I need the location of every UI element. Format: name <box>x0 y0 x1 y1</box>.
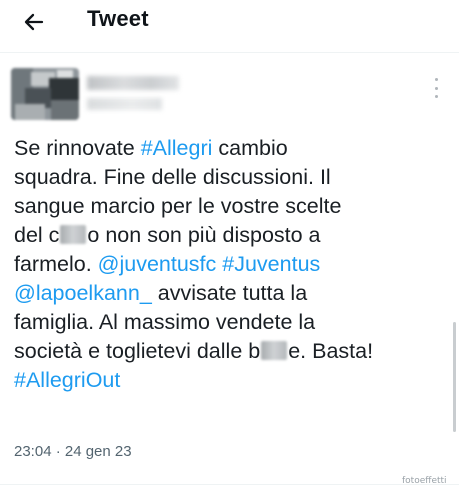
page-title: Tweet <box>87 6 149 31</box>
censored-word <box>60 224 87 244</box>
author-name-redacted[interactable] <box>87 76 179 90</box>
hashtag-link[interactable]: #AllegriOut <box>14 368 120 392</box>
avatar[interactable] <box>11 68 79 120</box>
tweet-text-segment: Se rinnovate <box>14 136 141 160</box>
hashtag-link[interactable]: #Juventus <box>222 252 320 276</box>
more-vertical-icon-dot <box>434 95 438 98</box>
censored-word <box>261 340 288 360</box>
mention-link[interactable]: @lapoelkann_ <box>14 281 152 305</box>
tweet-line: del c o non son più disposto a <box>14 221 456 250</box>
tweet-text-segment: sangue marcio per le vostre scelte <box>14 194 342 218</box>
bottom-divider <box>0 484 459 485</box>
tweet-text-segment: avvisate tutta la <box>151 281 308 305</box>
more-options-button[interactable] <box>430 78 442 98</box>
tweet-line: famiglia. Al massimo vendete la <box>14 308 456 337</box>
tweet-text-segment: società e toglietevi dalle b <box>14 339 261 363</box>
hashtag-link[interactable]: #Allegri <box>141 136 213 160</box>
tweet-line: Se rinnovate #Allegri cambio <box>14 134 456 163</box>
tweet-line: squadra. Fine delle discussioni. Il <box>14 163 456 192</box>
tweet-line: società e toglietevi dalle b e. Basta! <box>14 337 456 366</box>
tweet-page: Tweet Se rinnovate #Allegri cambio squadr… <box>0 0 459 495</box>
author-handle-redacted[interactable] <box>87 98 162 110</box>
tweet-line: farmelo. @juventusfc #Juventus <box>14 250 456 279</box>
tweet-text-segment: e. Basta! <box>288 339 374 363</box>
scrollbar[interactable] <box>453 322 456 432</box>
header-bar: Tweet <box>0 0 459 43</box>
tweet-timestamp[interactable]: 23:04 · 24 gen 23 <box>14 443 132 460</box>
tweet-line: #AllegriOut <box>14 366 456 395</box>
tweet-text-segment: o non son più disposto a <box>87 223 321 247</box>
tweet-text-segment: farmelo. <box>14 252 98 276</box>
more-vertical-icon-dot <box>434 78 438 81</box>
more-vertical-icon-dot <box>434 86 438 90</box>
tweet-text-segment: del c <box>14 223 60 247</box>
tweet-text-segment: squadra. Fine delle discussioni. Il <box>14 165 331 189</box>
header-divider <box>0 52 459 53</box>
tweet-line: @lapoelkann_ avvisate tutta la <box>14 279 456 308</box>
mention-link[interactable]: @juventusfc <box>98 252 217 276</box>
arrow-left-icon <box>24 13 44 31</box>
tweet-text: Se rinnovate #Allegri cambio squadra. Fin… <box>14 134 456 395</box>
blurred-avatar-image <box>11 68 79 120</box>
tweet-text-segment: cambio <box>212 136 288 160</box>
tweet-line: sangue marcio per le vostre scelte <box>14 192 456 221</box>
watermark: fotoeffetti <box>402 476 447 486</box>
back-button[interactable] <box>20 8 48 36</box>
tweet-text-segment: famiglia. Al massimo vendete la <box>14 310 316 334</box>
